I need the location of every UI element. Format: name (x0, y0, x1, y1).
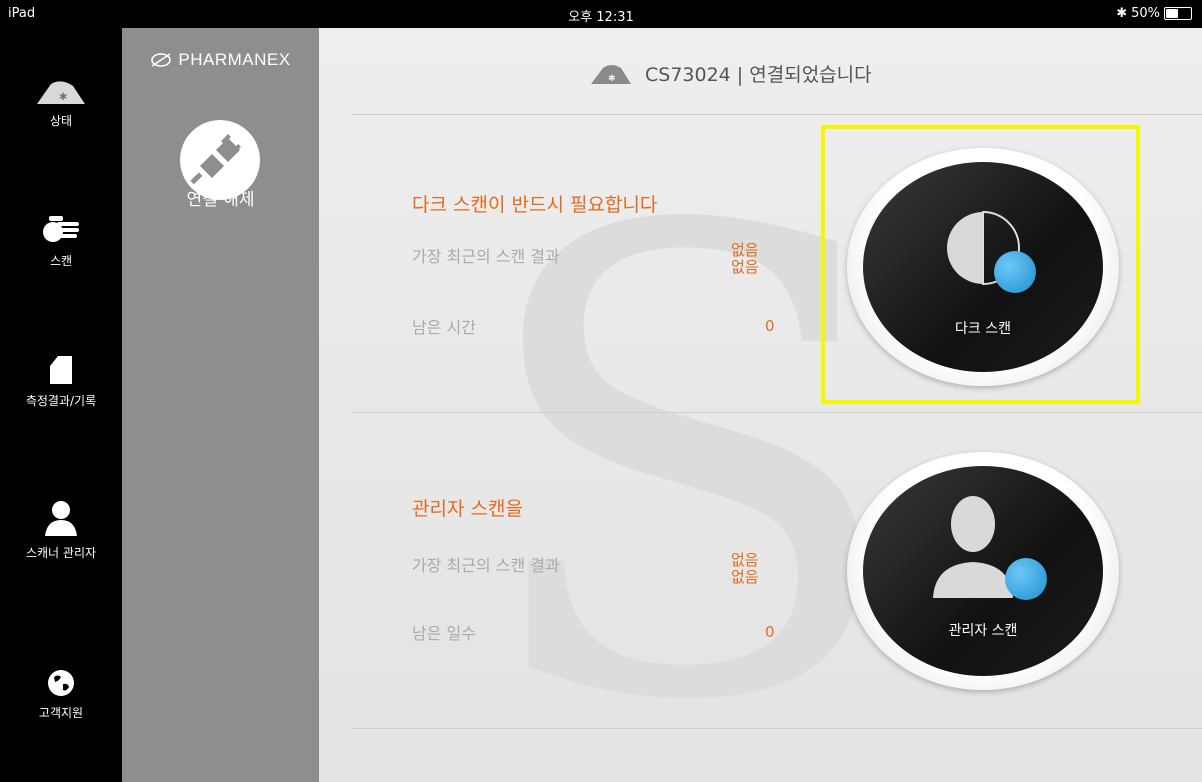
logo-text: PHARMANEX (178, 50, 291, 69)
admin-recent-value-1: 없음 (731, 551, 759, 569)
svg-text:✱: ✱ (59, 92, 67, 103)
nav-item-status[interactable]: ✱ 상태 (0, 78, 122, 129)
battery-icon (1164, 7, 1192, 20)
battery-percent: 50% (1131, 6, 1160, 21)
admin-scan-label: 관리자 스캔 (948, 623, 1018, 639)
dark-recent-label: 가장 최근의 스캔 결과 (412, 247, 560, 266)
dark-scan-title: 다크 스캔이 반드시 필요합니다 (412, 194, 658, 216)
left-nav: ✱ 상태 스캔 측정결과/기록 스캐너 관리자 고객지원 (0, 28, 122, 782)
divider (352, 728, 1202, 729)
battery-fill (1166, 9, 1178, 18)
battery-status: ✱ 50% (1116, 6, 1192, 21)
scanner-device-icon: ✱ (591, 64, 631, 84)
admin-recent-values: 없음 없음 (731, 552, 759, 586)
pharmanex-leaf-icon (151, 53, 172, 67)
nav-item-history[interactable]: 측정결과/기록 (0, 354, 122, 409)
nav-item-label: 스캔 (49, 254, 73, 268)
dark-recent-value-2: 없음 (731, 258, 759, 276)
nav-item-label: 스캐너 관리자 (25, 546, 97, 560)
divider (352, 412, 1202, 413)
pharmanex-logo: PHARMANEX (122, 50, 319, 70)
dark-recent-values: 없음 없음 (731, 242, 759, 276)
admin-remaining-value: 0 (765, 623, 775, 641)
admin-remaining-label: 남은 일수 (412, 624, 476, 643)
admin-scan-button[interactable]: 관리자 스캔 (847, 452, 1119, 690)
nav-item-label: 상태 (49, 114, 73, 128)
status-bar: iPad 오후 12:31 ✱ 50% (0, 0, 1202, 28)
disconnect-label[interactable]: 연결 해제 (122, 185, 319, 210)
dark-remaining-value: 0 (765, 317, 775, 335)
svg-text:✱: ✱ (608, 74, 616, 84)
admin-scan-title: 관리자 스캔을 (412, 498, 523, 520)
connection-header: ✱ CS73024 | 연결되었습니다 (589, 60, 872, 87)
nav-item-support[interactable]: 고객지원 (0, 668, 122, 721)
main-panel: S ✱ CS73024 | 연결되었습니다 다크 스캔이 반드시 필요합니다 가… (319, 28, 1202, 782)
nav-item-scan[interactable]: 스캔 (0, 214, 122, 269)
blue-dot-indicator (1005, 558, 1047, 600)
blue-dot-indicator (994, 251, 1036, 293)
clock: 오후 12:31 (568, 10, 634, 25)
person-silhouette-icon (933, 496, 1013, 598)
bluetooth-scanner-icon: ✱ (37, 81, 85, 104)
dark-scan-label: 다크 스캔 (955, 321, 1011, 337)
admin-scan-face: 관리자 스캔 (863, 466, 1103, 676)
dark-scan-button[interactable]: 다크 스캔 (847, 148, 1119, 386)
divider (352, 114, 1202, 115)
hand-scan-icon (43, 216, 79, 242)
dark-recent-value-1: 없음 (731, 241, 759, 259)
person-icon (45, 501, 77, 536)
dark-remaining-label: 남은 시간 (412, 318, 476, 337)
connection-status-text: CS73024 | 연결되었습니다 (645, 64, 872, 86)
bluetooth-icon: ✱ (1116, 6, 1128, 21)
nav-item-scanner-admin[interactable]: 스캐너 관리자 (0, 498, 122, 561)
half-moon-icon (947, 210, 1020, 286)
globe-icon (48, 670, 74, 696)
document-icon (50, 356, 72, 384)
dark-scan-face: 다크 스캔 (863, 162, 1103, 372)
nav-item-label: 측정결과/기록 (25, 394, 97, 408)
sidebar: PHARMANEX 연결 해제 (122, 28, 319, 782)
admin-recent-value-2: 없음 (731, 568, 759, 586)
nav-item-label: 고객지원 (38, 706, 84, 720)
admin-recent-label: 가장 최근의 스캔 결과 (412, 556, 560, 575)
